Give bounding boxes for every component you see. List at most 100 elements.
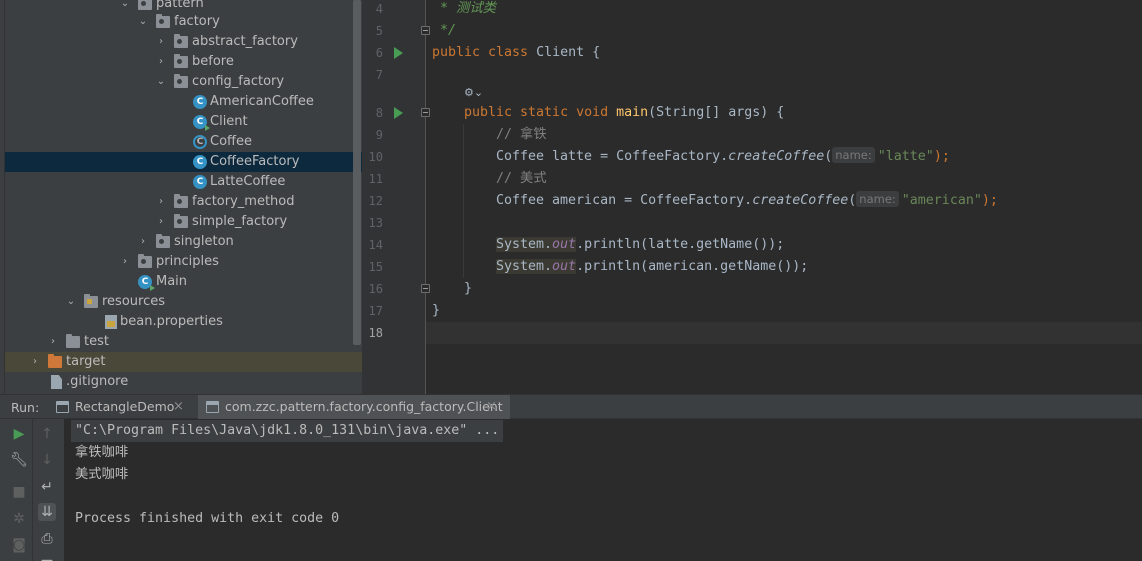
console-command-line[interactable]: "C:\Program Files\Java\jdk1.8.0_131\bin\…	[71, 420, 504, 442]
tree-item-coffeefactory[interactable]: C CoffeeFactory	[5, 152, 362, 172]
chevron-right-icon[interactable]: ›	[155, 192, 167, 212]
fold-icon[interactable]	[421, 284, 430, 293]
line-number: 7	[375, 68, 383, 82]
string-literal: "american"	[901, 193, 982, 208]
close-icon[interactable]: ×	[173, 395, 184, 419]
code-line-17: }	[432, 303, 441, 318]
indent-guide	[463, 124, 464, 278]
parameter-hint: name:	[832, 147, 875, 163]
string-literal: "latte"	[877, 149, 934, 164]
package-icon	[156, 14, 170, 28]
tree-item-bean-properties[interactable]: bean.properties	[5, 312, 362, 332]
tree-item-abstract-factory[interactable]: › abstract_factory	[5, 32, 362, 52]
tab-rectangledemo[interactable]: RectangleDemo ×	[48, 395, 192, 419]
chevron-down-icon[interactable]: ⌄	[137, 12, 149, 32]
code-text: .println(american.getName());	[576, 259, 809, 274]
code-vision-icon[interactable]: ⚙⌄	[464, 86, 490, 100]
tree-item-before[interactable]: › before	[5, 52, 362, 72]
tree-item-americancoffee[interactable]: C AmericanCoffee	[5, 92, 362, 112]
class-ref: System.	[496, 237, 553, 252]
tree-item-factory-method[interactable]: › factory_method	[5, 192, 362, 212]
arrow-up-icon[interactable]: ↑	[38, 425, 56, 443]
chevron-right-icon[interactable]: ›	[155, 52, 167, 72]
code-editor[interactable]: 4 5 6 7 8 9 10 11 12 13 14 15 16 17 18 *…	[362, 0, 1142, 394]
package-icon	[138, 254, 152, 268]
scroll-to-end-icon[interactable]: ⇊	[38, 503, 56, 521]
code-line-14: System.out.println(latte.getName());	[496, 234, 784, 256]
more-icon[interactable]: ▪	[10, 556, 28, 561]
tree-item-label: resources	[102, 294, 166, 309]
class-icon: C	[193, 155, 207, 169]
run-main-gutter-icon[interactable]	[394, 107, 403, 119]
tree-item-principles[interactable]: › principles	[5, 252, 362, 272]
soft-wrap-icon[interactable]: ↵	[38, 478, 56, 496]
chevron-right-icon[interactable]: ›	[29, 352, 41, 372]
code-line-5: */	[432, 23, 457, 38]
arrow-down-icon[interactable]: ↓	[38, 451, 56, 469]
run-label: Run:	[11, 400, 40, 415]
tree-scrollbar[interactable]	[353, 0, 361, 345]
line-number: 5	[375, 24, 383, 38]
line-number: 4	[375, 2, 383, 16]
tree-item-label: target	[66, 354, 106, 369]
run-class-gutter-icon[interactable]	[394, 47, 403, 59]
wrench-icon[interactable]: 🔧︎	[10, 451, 28, 469]
line-number: 10	[368, 150, 383, 164]
tree-item-label: bean.properties	[120, 314, 223, 329]
tree-item-test[interactable]: › test	[5, 332, 362, 352]
abstract-class-icon: C	[193, 135, 207, 149]
tree-item-config-factory[interactable]: ⌄ config_factory	[5, 72, 362, 92]
stop-icon[interactable]: ■	[10, 483, 28, 501]
line-number: 14	[368, 238, 383, 252]
tree-item-gitignore[interactable]: .gitignore	[5, 372, 362, 392]
static-field: out	[552, 237, 577, 252]
chevron-down-icon[interactable]: ⌄	[65, 292, 77, 312]
parameter-hint: name:	[856, 191, 899, 207]
package-icon	[174, 34, 188, 48]
camera-icon[interactable]: ◙	[10, 536, 28, 554]
chevron-right-icon[interactable]: ›	[155, 212, 167, 232]
tree-item-label: factory_method	[192, 194, 295, 209]
tree-item-lattecoffee[interactable]: C LatteCoffee	[5, 172, 362, 192]
fold-icon[interactable]	[421, 108, 430, 117]
fold-icon[interactable]	[421, 26, 430, 35]
resources-folder-icon	[84, 294, 98, 308]
tree-item-target[interactable]: › target	[5, 352, 362, 372]
tab-client[interactable]: com.zzc.pattern.factory.config_factory.C…	[198, 395, 510, 419]
line-number: 16	[368, 282, 383, 296]
tree-item-factory[interactable]: ⌄ factory	[5, 12, 362, 32]
tree-item-label: Client	[210, 114, 248, 129]
tab-label: com.zzc.pattern.factory.config_factory.C…	[225, 399, 503, 414]
chevron-right-icon[interactable]: ›	[119, 252, 131, 272]
chevron-down-icon[interactable]: ⌄	[155, 72, 167, 92]
run-tool-window-header: Run: RectangleDemo × com.zzc.pattern.fac…	[0, 394, 1142, 419]
tree-item-resources[interactable]: ⌄ resources	[5, 292, 362, 312]
tree-item-label: simple_factory	[192, 214, 288, 229]
file-icon	[51, 375, 62, 389]
tree-item-coffee[interactable]: C Coffee	[5, 132, 362, 152]
tree-item-label: Main	[156, 274, 188, 289]
console-output[interactable]: "C:\Program Files\Java\jdk1.8.0_131\bin\…	[64, 419, 1142, 561]
debug-icon[interactable]: ✲	[10, 510, 28, 528]
line-number: 15	[368, 260, 383, 274]
package-icon	[156, 234, 170, 248]
package-icon	[174, 214, 188, 228]
chevron-right-icon[interactable]: ›	[47, 332, 59, 352]
properties-file-icon	[105, 315, 117, 329]
tree-item-simple-factory[interactable]: › simple_factory	[5, 212, 362, 232]
runnable-class-icon: C	[193, 115, 210, 131]
code-text: Client {	[528, 45, 601, 60]
chevron-right-icon[interactable]: ›	[137, 232, 149, 252]
code-line-4: * 测试类	[432, 1, 496, 16]
code-text: );	[933, 149, 950, 164]
chevron-right-icon[interactable]: ›	[155, 32, 167, 52]
rerun-icon[interactable]: ▶	[10, 425, 28, 443]
tree-item-label: before	[192, 54, 234, 69]
folder-icon	[66, 334, 80, 348]
print-icon[interactable]: ⎙	[38, 530, 56, 548]
tree-item-singleton[interactable]: › singleton	[5, 232, 362, 252]
tree-item-client[interactable]: C Client	[5, 112, 362, 132]
tree-item-main[interactable]: C Main	[5, 272, 362, 292]
trash-icon[interactable]: ▬	[38, 553, 56, 561]
close-icon[interactable]: ×	[486, 395, 497, 419]
